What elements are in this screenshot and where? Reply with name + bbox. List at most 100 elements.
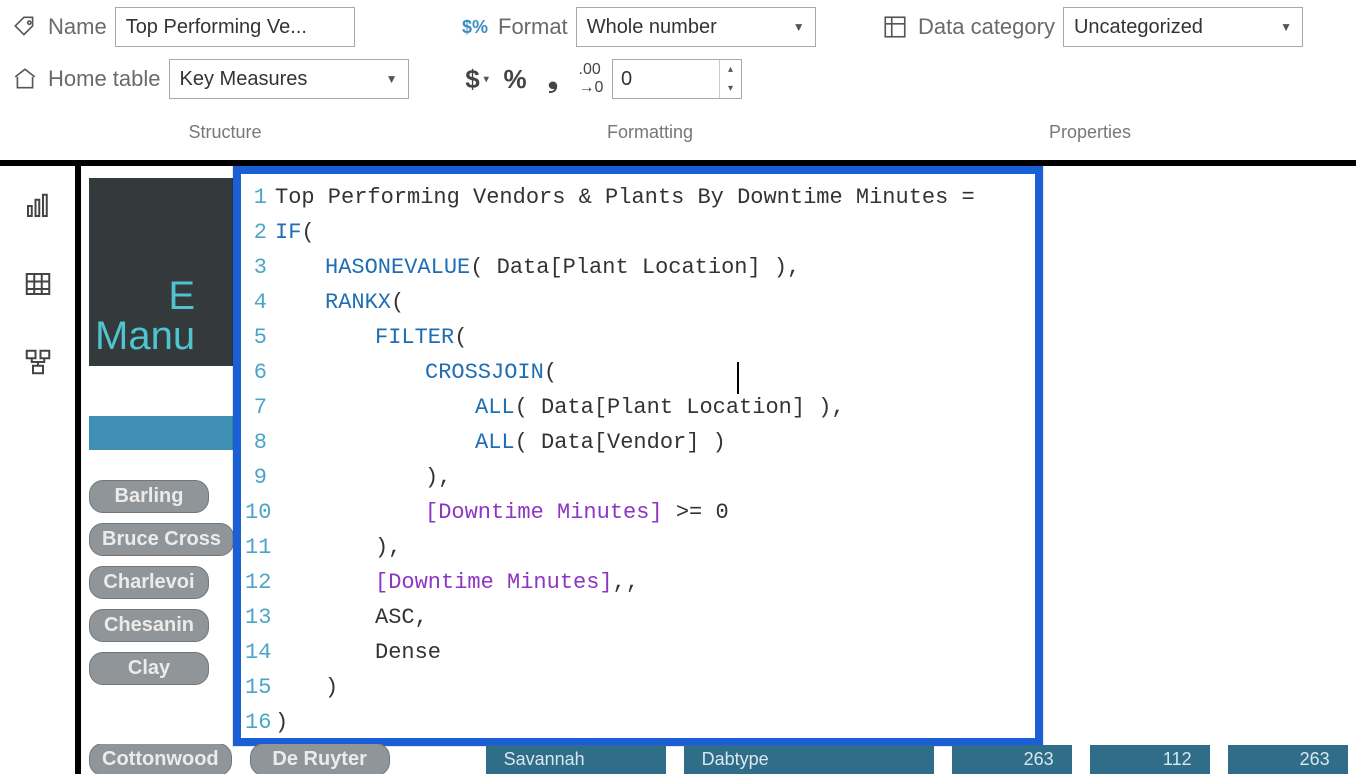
data-view-button[interactable] bbox=[18, 264, 58, 304]
canvas-frame: ✕ ✓ E Manu BarlingBruce CrossCharlevoiCh… bbox=[0, 160, 1356, 774]
code-line: 2IF( bbox=[245, 215, 1025, 250]
chevron-down-icon: ▼ bbox=[386, 72, 398, 86]
code-line: 16) bbox=[245, 705, 1025, 738]
report-left-panel: E Manu Barling Bruce Cross Charlevoi Chesan… bbox=[89, 178, 234, 748]
data-category-icon bbox=[880, 12, 910, 42]
thousands-separator-button[interactable]: ❟ bbox=[536, 59, 570, 99]
slicer-button[interactable]: Barling bbox=[89, 480, 209, 513]
code-content: ALL( Data[Plant Location] ), bbox=[275, 390, 845, 425]
report-canvas: ✕ ✓ E Manu BarlingBruce CrossCharlevoiCh… bbox=[75, 166, 1356, 774]
code-line: 5FILTER( bbox=[245, 320, 1025, 355]
data-category-select[interactable]: Uncategorized ▼ bbox=[1063, 7, 1303, 47]
code-content: Dense bbox=[275, 635, 441, 670]
line-number: 4 bbox=[245, 285, 275, 320]
line-number: 6 bbox=[245, 355, 275, 390]
code-line: 7ALL( Data[Plant Location] ), bbox=[245, 390, 1025, 425]
title-fragment-1: E bbox=[95, 276, 195, 316]
data-category-value: Uncategorized bbox=[1074, 16, 1203, 39]
spinner-down[interactable]: ▾ bbox=[720, 79, 741, 98]
code-area[interactable]: 1Top Performing Vendors & Plants By Down… bbox=[241, 174, 1035, 738]
home-table-value: Key Measures bbox=[180, 68, 308, 91]
code-line: 14Dense bbox=[245, 635, 1025, 670]
name-label: Name bbox=[48, 14, 107, 40]
line-number: 10 bbox=[245, 495, 275, 530]
data-category-label: Data category bbox=[918, 14, 1055, 40]
home-table-label: Home table bbox=[48, 66, 161, 92]
code-content: ), bbox=[275, 530, 401, 565]
slicer-button[interactable]: Cottonwood bbox=[89, 744, 232, 774]
name-input[interactable]: Top Performing Ve... bbox=[115, 7, 355, 47]
line-number: 5 bbox=[245, 320, 275, 355]
properties-group: Data category Uncategorized ▼ bbox=[880, 6, 1320, 48]
percent-button[interactable]: % bbox=[498, 59, 532, 99]
code-line: 11), bbox=[245, 530, 1025, 565]
table-cell: 263 bbox=[1228, 745, 1348, 774]
line-number: 7 bbox=[245, 390, 275, 425]
code-content: ) bbox=[275, 705, 288, 738]
format-select[interactable]: Whole number ▼ bbox=[576, 7, 816, 47]
chevron-down-icon: ▾ bbox=[484, 74, 489, 85]
code-content: ASC, bbox=[275, 600, 428, 635]
format-value: Whole number bbox=[587, 16, 717, 39]
formula-editor[interactable]: 1Top Performing Vendors & Plants By Down… bbox=[233, 166, 1043, 746]
line-number: 8 bbox=[245, 425, 275, 460]
name-value: Top Performing Ve... bbox=[126, 16, 307, 39]
code-content: Top Performing Vendors & Plants By Downt… bbox=[275, 180, 975, 215]
table-cell: 263 bbox=[952, 745, 1072, 774]
home-table-icon bbox=[10, 64, 40, 94]
code-content: IF( bbox=[275, 215, 315, 250]
spinner-up[interactable]: ▴ bbox=[720, 60, 741, 79]
code-content: ) bbox=[275, 670, 338, 705]
code-content: FILTER( bbox=[275, 320, 467, 355]
code-content: ), bbox=[275, 460, 451, 495]
structure-group-label: Structure bbox=[10, 122, 440, 143]
ribbon: Name Top Performing Ve... Home table Key… bbox=[0, 0, 1356, 160]
table-cell: Dabtype bbox=[684, 745, 934, 774]
format-label: Format bbox=[498, 14, 568, 40]
format-icon: $% bbox=[460, 12, 490, 42]
bottom-strip: Cottonwood De Ruyter Savannah Dabtype 26… bbox=[89, 744, 1356, 774]
line-number: 9 bbox=[245, 460, 275, 495]
formatting-group: $% Format Whole number ▼ $▾ % ❟ .00→0 0 bbox=[460, 6, 840, 100]
decimals-input[interactable]: 0 ▴ ▾ bbox=[612, 59, 742, 99]
code-content: ALL( Data[Vendor] ) bbox=[275, 425, 726, 460]
report-title-block: E Manu bbox=[89, 178, 234, 366]
decimals-value: 0 bbox=[613, 60, 719, 98]
code-line: 3HASONEVALUE( Data[Plant Location] ), bbox=[245, 250, 1025, 285]
code-line: 12[Downtime Minutes],, bbox=[245, 565, 1025, 600]
selected-slicer-band bbox=[89, 416, 234, 450]
slicer-button[interactable]: Bruce Cross bbox=[89, 523, 234, 556]
text-cursor bbox=[737, 362, 739, 394]
line-number: 13 bbox=[245, 600, 275, 635]
home-table-select[interactable]: Key Measures ▼ bbox=[169, 59, 409, 99]
properties-group-label: Properties bbox=[860, 122, 1320, 143]
currency-button[interactable]: $▾ bbox=[460, 59, 494, 99]
slicer-button[interactable]: Chesanin bbox=[89, 609, 209, 642]
chevron-down-icon: ▼ bbox=[793, 20, 805, 34]
report-view-button[interactable] bbox=[18, 186, 58, 226]
line-number: 1 bbox=[245, 180, 275, 215]
formatting-group-label: Formatting bbox=[440, 122, 860, 143]
slicer-list: Barling Bruce Cross Charlevoi Chesanin Clay bbox=[89, 480, 234, 685]
code-line: 10[Downtime Minutes] >= 0 bbox=[245, 495, 1025, 530]
table-cell: Savannah bbox=[486, 745, 666, 774]
code-content: RANKX( bbox=[275, 285, 404, 320]
chevron-down-icon: ▼ bbox=[1280, 20, 1292, 34]
decimal-places-icon: .00→0 bbox=[574, 59, 608, 99]
slicer-button[interactable]: Charlevoi bbox=[89, 566, 209, 599]
model-view-button[interactable] bbox=[18, 342, 58, 382]
title-fragment-2: Manu bbox=[95, 314, 195, 358]
line-number: 3 bbox=[245, 250, 275, 285]
line-number: 2 bbox=[245, 215, 275, 250]
code-line: 1Top Performing Vendors & Plants By Down… bbox=[245, 180, 1025, 215]
code-line: 4RANKX( bbox=[245, 285, 1025, 320]
slicer-button[interactable]: Clay bbox=[89, 652, 209, 685]
line-number: 14 bbox=[245, 635, 275, 670]
code-content: [Downtime Minutes] >= 0 bbox=[275, 495, 729, 530]
slicer-button[interactable]: De Ruyter bbox=[250, 744, 390, 774]
table-cell: 112 bbox=[1090, 745, 1210, 774]
name-tag-icon bbox=[10, 12, 40, 42]
line-number: 16 bbox=[245, 705, 275, 738]
code-line: 13ASC, bbox=[245, 600, 1025, 635]
code-content: HASONEVALUE( Data[Plant Location] ), bbox=[275, 250, 800, 285]
